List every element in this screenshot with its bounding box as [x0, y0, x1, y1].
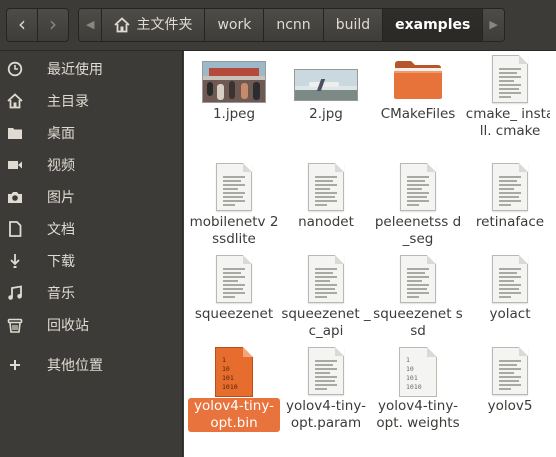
text-file-icon [308, 163, 344, 211]
text-file-icon [492, 163, 528, 211]
download-icon [7, 253, 23, 269]
breadcrumb-scroll-left[interactable]: ◀ [79, 9, 103, 41]
sidebar-item-pictures[interactable]: 图片 [0, 182, 182, 212]
file-name: 1.jpeg [212, 106, 256, 122]
file-name: CMakeFiles [380, 106, 456, 122]
sidebar-item-label: 文档 [47, 222, 75, 238]
text-file-icon [400, 255, 436, 303]
file-name: yolov4-tiny- opt.bin [188, 398, 280, 432]
camera-icon [7, 189, 23, 205]
home-icon [114, 17, 131, 33]
clock-icon [7, 61, 23, 77]
text-file-icon [492, 255, 528, 303]
text-file-icon [216, 255, 252, 303]
file-grid: 1.jpeg 2.jpg CMakeFiles cmake_ install. … [184, 51, 556, 457]
text-file-icon [492, 347, 528, 395]
sidebar-item-label: 主目录 [47, 94, 89, 110]
binary-glyph-line: 1 [222, 356, 226, 364]
binary-glyph-line: 10 [406, 365, 414, 373]
breadcrumb-work[interactable]: work [205, 9, 265, 41]
breadcrumb-build[interactable]: build [323, 9, 384, 41]
sidebar-item-recent[interactable]: 最近使用 [0, 54, 182, 84]
text-file-icon [308, 255, 344, 303]
sidebar-item-downloads[interactable]: 下载 [0, 246, 182, 276]
file-name: mobilenetv 2ssdlite [189, 214, 279, 247]
breadcrumb-home[interactable]: 主文件夹 [102, 9, 206, 41]
text-file-icon [400, 163, 436, 211]
forward-button[interactable]: › [37, 8, 69, 42]
folder-icon [7, 125, 23, 141]
breadcrumb-examples[interactable]: examples [383, 9, 484, 41]
breadcrumb-home-label: 主文件夹 [136, 17, 193, 33]
binary-glyph-line: 101 [406, 374, 418, 382]
trash-icon [7, 317, 23, 333]
text-file-icon [492, 55, 528, 103]
file-name: nanodet [298, 214, 354, 230]
chevron-left-icon: ‹ [18, 12, 26, 36]
file-name: yolov4-tiny- opt. weights [376, 398, 460, 431]
file-name: 2.jpg [309, 106, 343, 122]
file-name: peleenetss d_seg [374, 214, 462, 247]
binary-glyph-line: 1010 [406, 383, 422, 391]
binary-file-icon: 1 10 101 1010 [215, 347, 253, 397]
file-name: squeezenet [194, 306, 274, 322]
sidebar-item-trash[interactable]: 回收站 [0, 310, 182, 340]
chevron-right-icon: › [49, 12, 57, 36]
sidebar-item-label: 视频 [47, 158, 75, 174]
file-name: cmake_ install. cmake [465, 106, 555, 139]
sidebar-item-label: 桌面 [47, 126, 75, 142]
document-icon [7, 221, 23, 237]
breadcrumb-ncnn[interactable]: ncnn [264, 9, 324, 41]
home-icon [7, 93, 23, 109]
sidebar-item-videos[interactable]: 视频 [0, 150, 182, 180]
folder-icon [394, 61, 442, 99]
back-button[interactable]: ‹ [6, 8, 38, 42]
sidebar-item-label: 音乐 [47, 286, 75, 302]
text-file-icon [308, 347, 344, 395]
file-name: retinaface [475, 214, 545, 230]
file-name: yolov4-tiny- opt.param [286, 398, 366, 431]
video-icon [7, 157, 23, 173]
binary-glyph-line: 1 [406, 356, 410, 364]
sidebar: 最近使用 主目录 桌面 视频 图片 文档 下载 音乐 回收站 其他位置 [0, 51, 183, 457]
sidebar-item-music[interactable]: 音乐 [0, 278, 182, 308]
binary-glyph-line: 10 [222, 365, 230, 373]
sidebar-item-documents[interactable]: 文档 [0, 214, 182, 244]
breadcrumb: ◀ 主文件夹 work ncnn build examples ▶ [78, 8, 505, 42]
file-name: squeezenet ssd [373, 306, 463, 339]
binary-file-icon: 1 10 101 1010 [399, 347, 437, 397]
sidebar-item-label: 最近使用 [47, 62, 103, 78]
file-name: squeezenet _c_api [281, 306, 371, 339]
plus-icon [7, 357, 23, 373]
sidebar-item-label: 下载 [47, 254, 75, 270]
header-bar: ‹ › ◀ 主文件夹 work ncnn build examples ▶ [0, 0, 556, 51]
image-thumbnail [294, 69, 358, 101]
sidebar-item-label: 其他位置 [47, 358, 103, 374]
sidebar-item-other-locations[interactable]: 其他位置 [0, 350, 182, 380]
file-name: yolact [489, 306, 531, 322]
binary-glyph-line: 101 [222, 374, 234, 382]
file-name: yolov5 [487, 398, 533, 414]
breadcrumb-scroll-right[interactable]: ▶ [483, 9, 504, 41]
binary-glyph-line: 1010 [222, 383, 238, 391]
music-icon [7, 285, 23, 301]
sidebar-item-desktop[interactable]: 桌面 [0, 118, 182, 148]
text-file-icon [216, 163, 252, 211]
sidebar-item-label: 回收站 [47, 318, 89, 334]
image-thumbnail [202, 61, 266, 103]
sidebar-item-home[interactable]: 主目录 [0, 86, 182, 116]
scrollbar[interactable] [550, 51, 556, 457]
sidebar-item-label: 图片 [47, 190, 75, 206]
